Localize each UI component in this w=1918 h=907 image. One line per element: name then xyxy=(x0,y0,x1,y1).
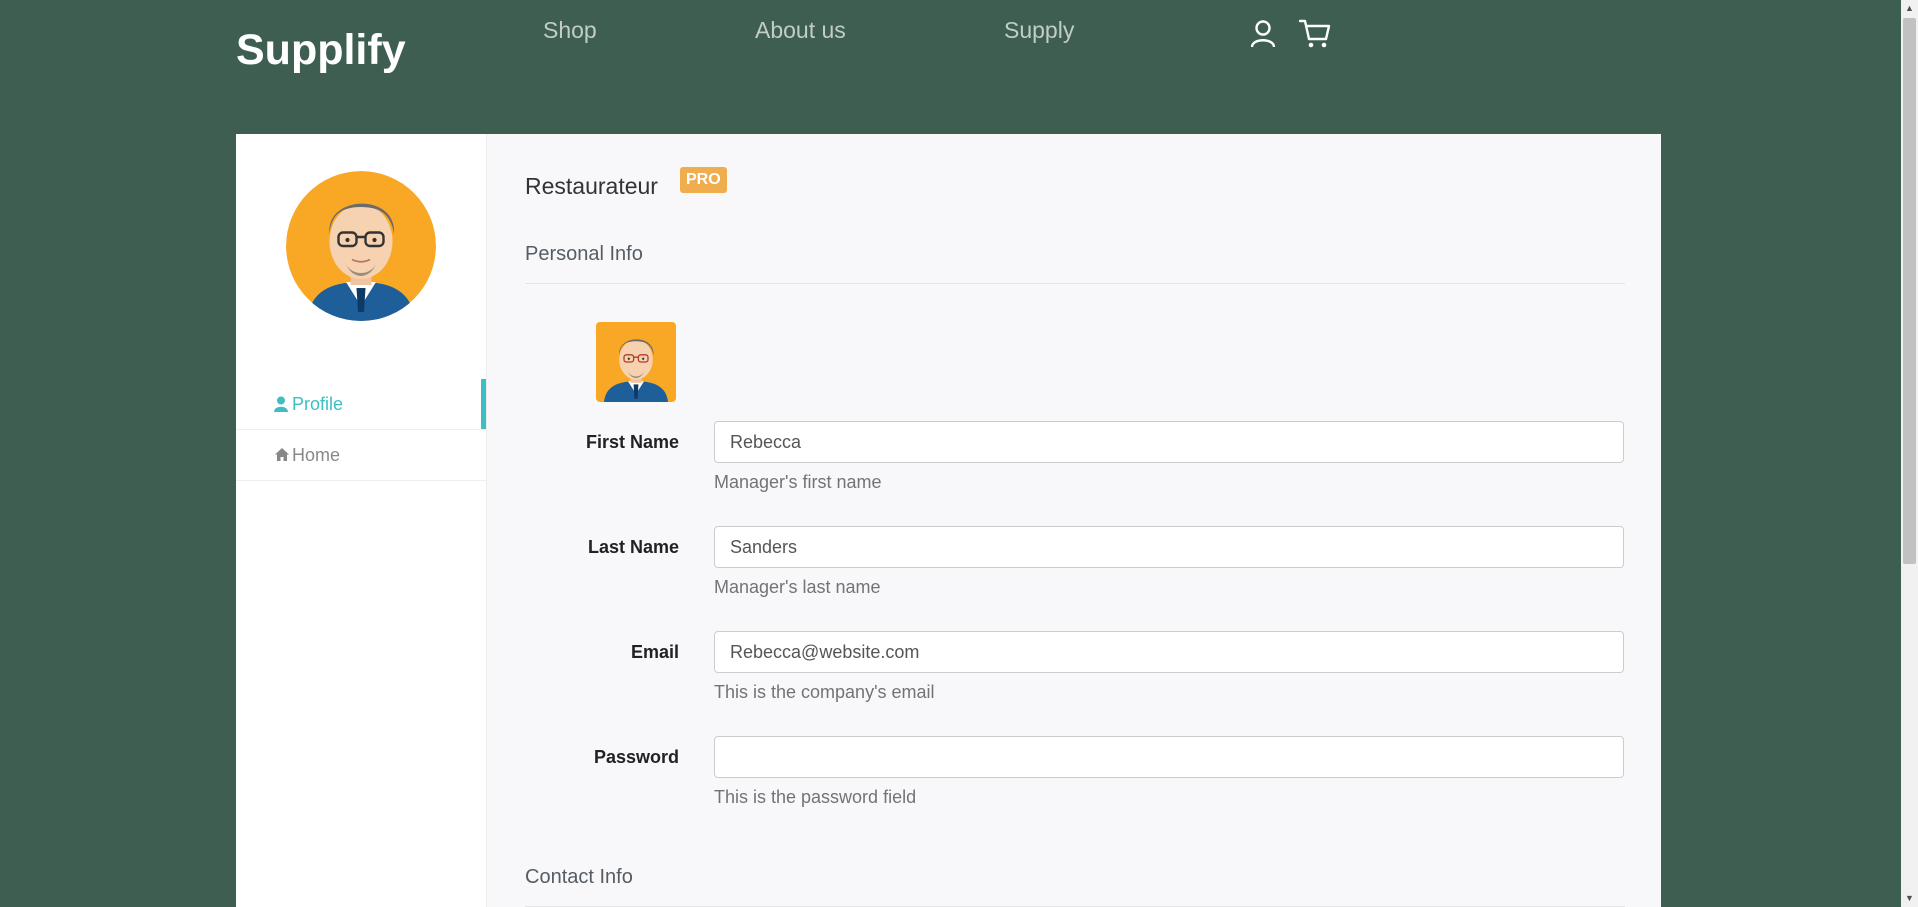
password-help: This is the password field xyxy=(714,787,917,807)
avatar xyxy=(286,171,436,321)
scroll-down-icon[interactable]: ▼ xyxy=(1901,890,1918,907)
sidebar-item-home[interactable]: Home xyxy=(236,430,486,481)
user-icon[interactable] xyxy=(1250,19,1276,54)
scroll-up-icon[interactable]: ▲ xyxy=(1901,0,1918,17)
avatar-thumbnail[interactable] xyxy=(596,322,676,402)
password-field[interactable] xyxy=(714,736,1624,778)
user-role: Restaurateur xyxy=(525,173,658,199)
email-field[interactable] xyxy=(714,631,1624,673)
last-name-help: Manager's last name xyxy=(714,577,881,597)
first-name-label: First Name xyxy=(585,432,679,452)
home-icon xyxy=(274,447,290,467)
sidebar-item-profile[interactable]: Profile xyxy=(236,379,486,430)
first-name-help: Manager's first name xyxy=(714,472,882,492)
divider xyxy=(525,283,1625,284)
pro-badge: PRO xyxy=(680,167,727,193)
user-icon xyxy=(274,396,288,417)
brand-logo[interactable]: Supplify xyxy=(236,24,406,76)
page-scrollbar[interactable]: ▲ ▼ xyxy=(1901,0,1918,907)
profile-sidebar: Profile Home xyxy=(236,134,487,907)
section-title-contact: Contact Info xyxy=(525,866,633,888)
nav-shop[interactable]: Shop xyxy=(543,16,597,44)
profile-card: Profile Home Restaurateur PRO Personal I… xyxy=(236,134,1661,907)
nav-supply[interactable]: Supply xyxy=(1004,16,1074,44)
nav-about-us[interactable]: About us xyxy=(755,16,846,44)
scroll-thumb[interactable] xyxy=(1903,18,1916,564)
last-name-label: Last Name xyxy=(587,537,679,557)
email-help: This is the company's email xyxy=(714,682,935,702)
section-title-personal: Personal Info xyxy=(525,243,643,265)
last-name-field[interactable] xyxy=(714,526,1624,568)
sidebar-item-label: Profile xyxy=(292,394,344,414)
email-label: Email xyxy=(630,642,679,662)
password-label: Password xyxy=(593,747,679,767)
cart-icon[interactable] xyxy=(1298,18,1332,55)
sidebar-item-label: Home xyxy=(292,445,341,465)
first-name-field[interactable] xyxy=(714,421,1624,463)
